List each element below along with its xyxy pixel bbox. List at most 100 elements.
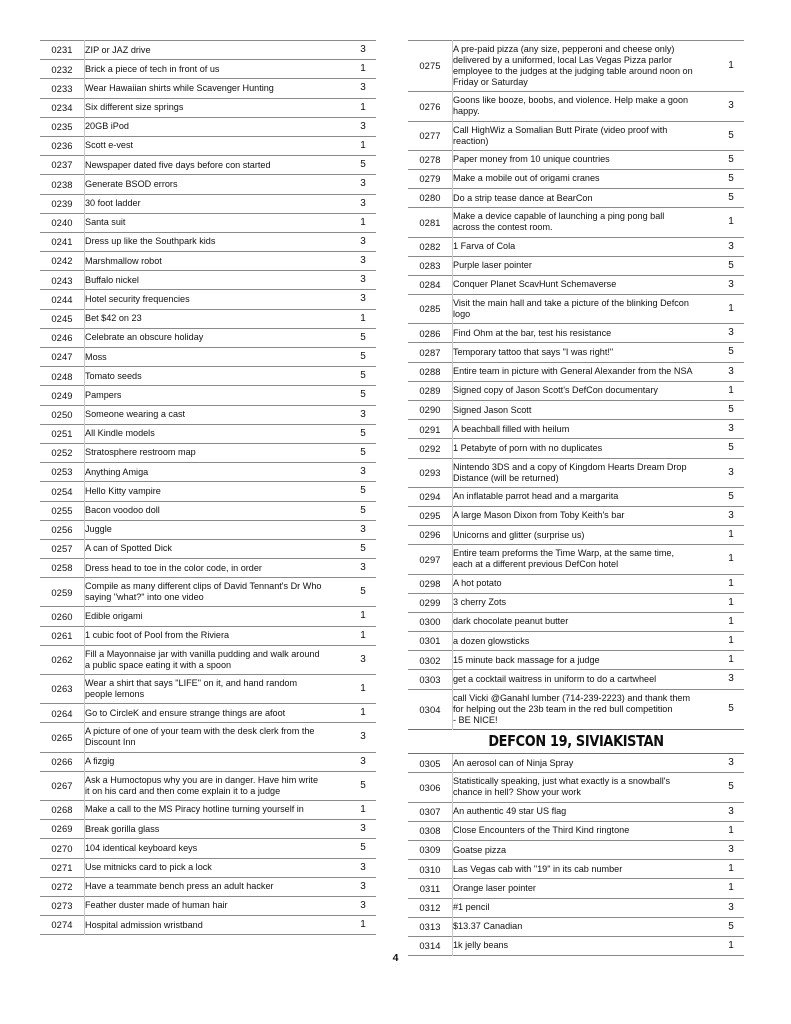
item-id: 0266 bbox=[40, 752, 85, 772]
item-description-line: 1 cubic foot of Pool from the Riviera bbox=[85, 630, 230, 641]
table-row: 0249 Pampers 5 bbox=[40, 385, 376, 406]
table-row: 0300 dark chocolate peanut butter 1 bbox=[408, 612, 744, 632]
item-description-line: Purple laser pointer bbox=[453, 260, 532, 271]
item-description: Compile as many different clips of David… bbox=[85, 578, 351, 607]
item-id: 0243 bbox=[40, 270, 85, 290]
item-description-line: Discount Inn bbox=[85, 737, 136, 748]
item-points: 5 bbox=[360, 485, 366, 497]
table-row: 0290 Signed Jason Scott 5 bbox=[408, 400, 744, 420]
item-points: 3 bbox=[728, 365, 734, 377]
item-description-line: An inflatable parrot head and a margarit… bbox=[453, 491, 619, 502]
table-row: 0236 Scott e-vest 1 bbox=[40, 136, 376, 156]
item-id: 0287 bbox=[408, 342, 453, 363]
item-description: Celebrate an obscure holiday bbox=[85, 328, 351, 347]
item-description: Hospital admission wristband bbox=[85, 916, 351, 935]
item-description-line: Break gorilla glass bbox=[85, 823, 160, 834]
item-description-line: Hello Kitty vampire bbox=[85, 485, 161, 496]
table-row: 0275 A pre-paid pizza (any size, pepperon… bbox=[408, 40, 744, 92]
item-description-line: Brick a piece of tech in front of us bbox=[85, 63, 220, 74]
item-description: Juggle bbox=[85, 520, 351, 539]
item-id: 0286 bbox=[408, 323, 453, 343]
item-description-line: Anything Amiga bbox=[85, 466, 149, 477]
item-points: 5 bbox=[728, 490, 734, 502]
item-description-line: Goatse pizza bbox=[453, 844, 507, 855]
item-description: Bet $42 on 23 bbox=[85, 309, 351, 328]
item-points: 1 bbox=[360, 63, 366, 75]
item-points: 5 bbox=[728, 192, 734, 204]
item-points: 1 bbox=[360, 707, 366, 719]
scavenger-hunt-table-left: 0231 ZIP or JAZ drive 3 0232 Brick a piece o… bbox=[40, 40, 376, 935]
item-description-line: Someone wearing a cast bbox=[85, 409, 186, 420]
item-description: Newspaper dated five days before con sta… bbox=[85, 156, 351, 175]
table-row: 0256 Juggle 3 bbox=[40, 520, 376, 540]
table-row: 0272 Have a teammate bench press an adult… bbox=[40, 877, 376, 897]
table-row: 0253 Anything Amiga 3 bbox=[40, 462, 376, 482]
item-points: 1 bbox=[360, 919, 366, 931]
item-id: 0285 bbox=[408, 294, 453, 324]
item-points: 5 bbox=[360, 427, 366, 439]
item-id: 0292 bbox=[408, 438, 453, 459]
item-id: 0265 bbox=[40, 722, 85, 753]
item-description-line: saying "what?" into one video bbox=[85, 592, 204, 603]
item-description: Hotel security frequencies bbox=[85, 290, 351, 309]
document-page: 0231 ZIP or JAZ drive 3 0232 Brick a piece o… bbox=[0, 0, 791, 1024]
item-points: 1 bbox=[360, 803, 366, 815]
item-id: 0279 bbox=[408, 169, 453, 189]
item-id: 0247 bbox=[40, 347, 85, 367]
item-description-line: Have a teammate bench press an adult hac… bbox=[85, 881, 274, 892]
item-description: 3 cherry Zots bbox=[453, 593, 719, 612]
table-row: 0273 Feather duster made of human hair 3 bbox=[40, 896, 376, 916]
table-row: 0245 Bet $42 on 23 1 bbox=[40, 309, 376, 329]
table-row: 0241 Dress up like the Southpark kids 3 bbox=[40, 232, 376, 252]
item-description: Do a strip tease dance at BearCon bbox=[453, 189, 719, 208]
item-description: Orange laser pointer bbox=[453, 879, 719, 898]
item-description-line: Entire team in picture with General Alex… bbox=[453, 366, 693, 377]
item-description: Wear a shirt that says "LIFE" on it, and… bbox=[85, 675, 351, 704]
item-description: Have a teammate bench press an adult hac… bbox=[85, 877, 351, 896]
table-row: 0246 Celebrate an obscure holiday 5 bbox=[40, 328, 376, 348]
item-description-line: Entire team preforms the Time Warp, at t… bbox=[453, 548, 675, 559]
item-id: 0288 bbox=[408, 362, 453, 382]
table-row: 0287 Temporary tattoo that says "I was ri… bbox=[408, 342, 744, 363]
scavenger-hunt-table-right: 0275 A pre-paid pizza (any size, pepperon… bbox=[408, 40, 744, 956]
table-row: 0237 Newspaper dated five days before con… bbox=[40, 155, 376, 175]
item-points: 1 bbox=[728, 384, 734, 396]
item-description: Goatse pizza bbox=[453, 840, 719, 859]
item-points: 3 bbox=[360, 653, 366, 665]
item-id: 0281 bbox=[408, 207, 453, 237]
table-row: 0279 Make a mobile out of origami cranes 5 bbox=[408, 169, 744, 189]
item-description-line: Bet $42 on 23 bbox=[85, 313, 142, 324]
right-column-body: 0275 A pre-paid pizza (any size, pepperon… bbox=[408, 40, 744, 956]
item-id: 0256 bbox=[40, 520, 85, 540]
table-row: 0312 #1 pencil 3 bbox=[408, 898, 744, 918]
item-description-line: Wear a shirt that says "LIFE" on it, and… bbox=[85, 678, 298, 688]
table-row: 0238 Generate BSOD errors 3 bbox=[40, 174, 376, 194]
item-description: Goons like booze, boobs, and violence. H… bbox=[453, 92, 719, 121]
table-row: 0285 Visit the main hall and take a pictu… bbox=[408, 294, 744, 324]
left-column: 0231 ZIP or JAZ drive 3 0232 Brick a piece o… bbox=[40, 40, 376, 935]
item-points: 5 bbox=[360, 586, 366, 598]
item-points: 1 bbox=[360, 610, 366, 622]
item-id: 0271 bbox=[40, 858, 85, 878]
item-points: 3 bbox=[728, 673, 734, 685]
item-points: 1 bbox=[728, 577, 734, 589]
item-description-line: logo bbox=[453, 309, 471, 320]
item-points: 3 bbox=[728, 509, 734, 521]
table-row: 0278 Paper money from 10 unique countries… bbox=[408, 150, 744, 170]
item-description: dark chocolate peanut butter bbox=[453, 612, 719, 631]
item-description-line: Fill a Mayonnaise jar with vanilla puddi… bbox=[85, 648, 320, 659]
item-id: 0240 bbox=[40, 213, 85, 233]
item-id: 0294 bbox=[408, 487, 453, 507]
item-description-line: Scott e-vest bbox=[85, 140, 134, 151]
item-points: 3 bbox=[728, 805, 734, 817]
item-points: 3 bbox=[360, 562, 366, 574]
item-description-line: All Kindle models bbox=[85, 428, 155, 439]
item-id: 0241 bbox=[40, 232, 85, 252]
item-points: 3 bbox=[360, 197, 366, 209]
item-description: 104 identical keyboard keys bbox=[85, 839, 351, 858]
item-description: Conquer Planet ScavHunt Schemaverse bbox=[453, 275, 719, 294]
table-row: 0303 get a cocktail waitress in uniform t… bbox=[408, 669, 744, 690]
item-points: 3 bbox=[360, 120, 366, 132]
item-id: 0258 bbox=[40, 558, 85, 578]
item-points: 1 bbox=[728, 654, 734, 666]
